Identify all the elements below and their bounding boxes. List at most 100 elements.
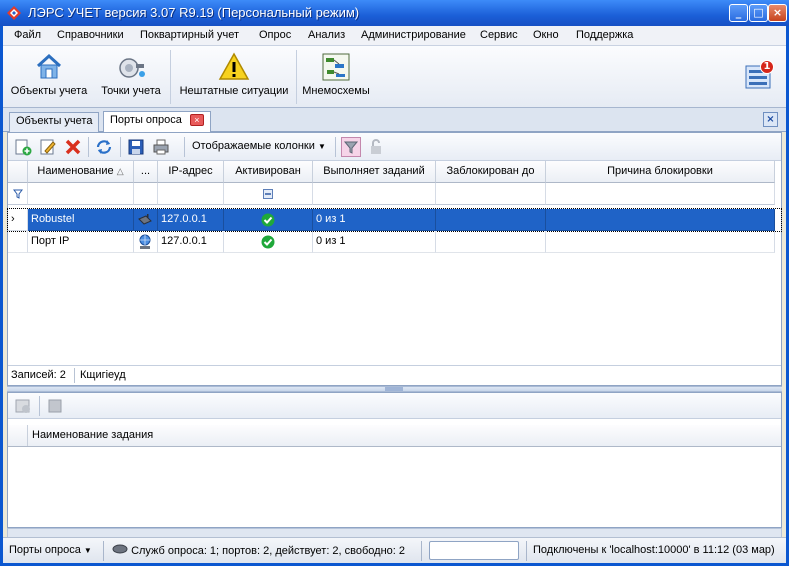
- header-activated[interactable]: Активирован: [224, 161, 313, 183]
- toolbar-separator: [335, 137, 336, 157]
- filter-blocked-until-input[interactable]: [436, 183, 546, 205]
- ports-status-dropdown[interactable]: Порты опроса ▼: [9, 544, 92, 556]
- tab-objects-label: Объекты учета: [16, 115, 93, 127]
- cell-name: Robustel: [28, 209, 134, 231]
- menu-window[interactable]: Окно: [533, 29, 559, 41]
- objects-button[interactable]: Объекты учета: [8, 52, 90, 104]
- filter-text: Кщигіеуд: [80, 369, 126, 381]
- header-task-name[interactable]: Наименование задания: [32, 429, 153, 441]
- splitter-grip[interactable]: [385, 387, 403, 391]
- menu-support[interactable]: Поддержка: [576, 29, 633, 41]
- tasks-panel: Наименование задания: [7, 392, 782, 528]
- cell-block-reason: [546, 209, 775, 231]
- toolbar-separator: [184, 137, 185, 157]
- progress-box: [429, 541, 519, 560]
- app-logo-icon: [7, 6, 21, 20]
- tasks-toolbar: [8, 393, 781, 419]
- menu-file[interactable]: Файл: [14, 29, 41, 41]
- mnemo-button[interactable]: Мнемосхемы: [302, 52, 370, 104]
- status-separator: [421, 541, 422, 561]
- title-bar[interactable]: ЛЭРС УЧЕТ версия 3.07 R9.19 (Персональны…: [0, 0, 789, 26]
- services-status-text: Служб опроса: 1; портов: 2, действует: 2…: [131, 545, 406, 557]
- document-tab-strip: Объекты учета Порты опроса ×: [3, 108, 786, 133]
- services-status: Служб опроса: 1; портов: 2, действует: 2…: [112, 544, 405, 557]
- service-icon: [112, 544, 128, 554]
- menu-apartment-accounting[interactable]: Поквартирный учет: [140, 29, 239, 41]
- print-icon[interactable]: [152, 138, 170, 156]
- grid-toolbar: Отображаемые колонки ▼: [8, 133, 781, 161]
- menu-service[interactable]: Сервис: [480, 29, 518, 41]
- maximize-button[interactable]: □: [749, 4, 768, 22]
- mnemonic-diagram-icon: [322, 53, 350, 81]
- cell-type: [134, 209, 158, 231]
- lock-icon[interactable]: [367, 138, 385, 156]
- filter-block-reason-input[interactable]: [546, 183, 775, 205]
- tab-objects[interactable]: Объекты учета: [9, 112, 100, 132]
- ribbon-separator: [296, 50, 297, 104]
- filter-ip-input[interactable]: [158, 183, 224, 205]
- menu-polling[interactable]: Опрос: [259, 29, 291, 41]
- header-blocked-until[interactable]: Заблокирован до: [436, 161, 546, 183]
- filter-type-input[interactable]: [134, 183, 158, 205]
- connection-status: Подключены к 'localhost:10000' в 11:12 (…: [533, 544, 775, 556]
- points-button[interactable]: Точки учета: [98, 52, 164, 104]
- filter-activated-input[interactable]: [224, 183, 313, 205]
- objects-label: Объекты учета: [10, 85, 88, 97]
- menu-analysis[interactable]: Анализ: [308, 29, 345, 41]
- stop-task-icon[interactable]: [46, 397, 64, 415]
- network-globe-icon: [139, 234, 151, 249]
- toolbar-separator: [88, 137, 89, 157]
- header-tasks[interactable]: Выполняет заданий: [313, 161, 436, 183]
- cell-activated: [224, 231, 313, 253]
- close-button[interactable]: ×: [768, 4, 787, 22]
- close-tab-icon[interactable]: ×: [189, 114, 204, 127]
- mnemo-label: Мнемосхемы: [302, 85, 370, 97]
- filter-small-icon: [12, 189, 23, 199]
- cell-activated: [224, 209, 313, 231]
- ports-panel: Отображаемые колонки ▼ Наименование △ ..…: [7, 132, 782, 386]
- refresh-icon[interactable]: [95, 138, 113, 156]
- check-icon: [261, 213, 275, 227]
- filter-tasks-input[interactable]: [313, 183, 436, 205]
- add-icon[interactable]: [14, 138, 32, 156]
- meter-icon: [119, 58, 145, 78]
- cell-tasks: 0 из 1: [313, 209, 436, 231]
- header-ip[interactable]: IP-адрес: [158, 161, 224, 183]
- edit-icon[interactable]: [39, 138, 57, 156]
- notification-count: 1: [763, 61, 771, 72]
- grid-status-line: Записей: 2 Кщигіеуд: [8, 365, 781, 385]
- columns-dropdown[interactable]: Отображаемые колонки ▼: [192, 140, 326, 152]
- emergencies-button[interactable]: Нештатные ситуации: [176, 52, 292, 104]
- cell-ip: 127.0.0.1: [158, 231, 224, 253]
- table-row[interactable]: Порт IP 127.0.0.1 0 из 1: [8, 231, 781, 253]
- filter-name-input[interactable]: [28, 183, 134, 205]
- menu-administration[interactable]: Администрирование: [361, 29, 466, 41]
- minimize-button[interactable]: _: [729, 4, 748, 22]
- chevron-down-icon: ▼: [83, 546, 92, 555]
- tab-ports-label: Порты опроса: [110, 114, 182, 126]
- filter-icon[interactable]: [341, 137, 361, 157]
- table-row[interactable]: › Robustel 127.0.0.1 0 из 1: [7, 208, 782, 232]
- close-panel-button[interactable]: ×: [763, 112, 778, 127]
- header-name[interactable]: Наименование △: [28, 161, 134, 183]
- header-indicator-cell: [8, 425, 28, 446]
- notifications-button[interactable]: 1: [744, 60, 776, 92]
- columns-dropdown-label: Отображаемые колонки: [192, 140, 315, 152]
- header-block-reason[interactable]: Причина блокировки: [546, 161, 775, 183]
- header-type[interactable]: ...: [134, 161, 158, 183]
- status-separator: [74, 368, 75, 383]
- tab-ports[interactable]: Порты опроса ×: [103, 111, 211, 133]
- menu-bar: Файл Справочники Поквартирный учет Опрос…: [3, 26, 786, 46]
- run-task-icon[interactable]: [14, 397, 32, 415]
- chevron-down-icon: ▼: [317, 142, 326, 151]
- modem-icon: [138, 214, 152, 225]
- cell-name: Порт IP: [28, 231, 134, 253]
- emergencies-label: Нештатные ситуации: [179, 85, 289, 97]
- save-icon[interactable]: [127, 138, 145, 156]
- client-area: Файл Справочники Поквартирный учет Опрос…: [3, 26, 786, 563]
- delete-icon[interactable]: [64, 138, 82, 156]
- status-separator: [526, 541, 527, 561]
- ports-status-label: Порты опроса: [9, 544, 81, 556]
- menu-directories[interactable]: Справочники: [57, 29, 124, 41]
- ribbon-separator: [170, 50, 171, 104]
